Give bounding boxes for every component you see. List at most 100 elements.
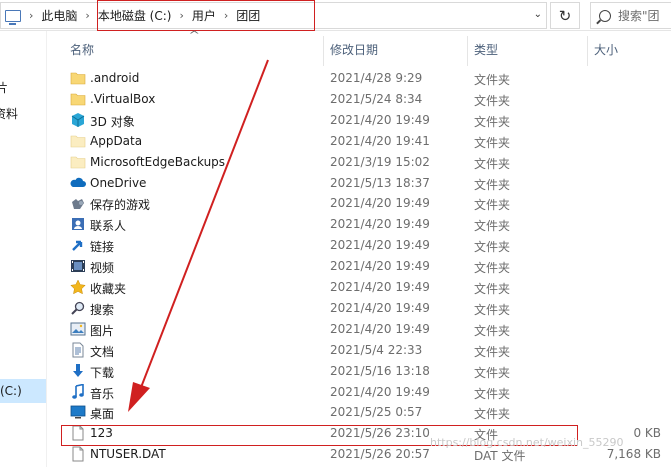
table-row[interactable]: 收藏夹 2021/4/20 19:49 文件夹 bbox=[48, 277, 671, 298]
file-name: AppData bbox=[90, 133, 143, 148]
file-name: .VirtualBox bbox=[90, 91, 156, 106]
links-icon bbox=[70, 237, 86, 253]
nav-item-drive[interactable]: ) bbox=[0, 409, 1, 423]
saved-games-icon bbox=[70, 195, 86, 211]
file-date: 2021/4/20 19:49 bbox=[330, 196, 430, 211]
column-divider[interactable] bbox=[467, 36, 468, 66]
nav-item-pictures[interactable]: 片 bbox=[0, 79, 8, 96]
breadcrumb-user-folder[interactable]: 团团 bbox=[236, 7, 260, 24]
file-type: 文件夹 bbox=[474, 344, 511, 359]
downloads-icon bbox=[70, 363, 86, 379]
address-bar[interactable]: › 此电脑 › 本地磁盘 (C:) › 用户 › 团团 ⌄ bbox=[0, 2, 547, 29]
file-name: 文档 bbox=[90, 344, 115, 359]
file-date: 2021/4/28 9:29 bbox=[330, 71, 423, 85]
table-row[interactable]: .VirtualBox 2021/5/24 8:34 文件夹 bbox=[48, 89, 671, 110]
file-date: 2021/3/19 15:02 bbox=[330, 154, 430, 169]
file-date: 2021/4/20 19:49 bbox=[330, 259, 430, 274]
chevron-right-icon[interactable]: › bbox=[224, 9, 228, 22]
file-name: 3D 对象 bbox=[90, 114, 135, 129]
favorites-icon bbox=[70, 279, 86, 295]
nav-item-documents[interactable]: 资料 bbox=[0, 105, 18, 122]
onedrive-icon bbox=[70, 175, 86, 191]
table-row[interactable]: 3D 对象 2021/4/20 19:49 文件夹 bbox=[48, 110, 671, 131]
file-date: 2021/5/16 13:18 bbox=[330, 363, 430, 378]
file-date: 2021/4/20 19:49 bbox=[330, 238, 430, 253]
table-row[interactable]: 链接 2021/4/20 19:49 文件夹 bbox=[48, 235, 671, 256]
file-type: 文件夹 bbox=[474, 365, 511, 380]
file-icon bbox=[70, 425, 86, 441]
column-date[interactable]: 修改日期 bbox=[330, 41, 378, 58]
refresh-button[interactable]: ↻ bbox=[550, 2, 580, 29]
file-type: 文件夹 bbox=[474, 261, 511, 276]
chevron-right-icon[interactable]: › bbox=[179, 9, 183, 22]
file-size: 0 KB bbox=[633, 426, 661, 441]
file-date: 2021/5/26 23:10 bbox=[330, 426, 430, 441]
file-name: 123 bbox=[90, 426, 113, 441]
table-row[interactable]: 文档 2021/5/4 22:33 文件夹 bbox=[48, 340, 671, 361]
table-row[interactable]: 音乐 2021/4/20 19:49 文件夹 bbox=[48, 382, 671, 403]
file-date: 2021/5/13 18:37 bbox=[330, 175, 430, 190]
search-placeholder: 搜索"团 bbox=[618, 9, 660, 23]
file-name: 音乐 bbox=[90, 386, 115, 401]
hidden-folder-icon bbox=[70, 133, 86, 149]
file-type: 文件夹 bbox=[474, 114, 511, 129]
column-name[interactable]: 名称 bbox=[70, 41, 94, 58]
navigation-pane: 片 资料 (C:) ) bbox=[0, 31, 47, 467]
file-date: 2021/4/20 19:49 bbox=[330, 217, 430, 232]
watermark-text: https://blog.csdn.net/weixin_55290 bbox=[430, 436, 624, 449]
file-name: 链接 bbox=[90, 240, 115, 255]
file-date: 2021/5/26 20:57 bbox=[330, 447, 430, 462]
search-input[interactable]: 搜索"团 bbox=[590, 2, 671, 29]
table-row[interactable]: MicrosoftEdgeBackups 2021/3/19 15:02 文件夹 bbox=[48, 152, 671, 173]
file-type: 文件夹 bbox=[474, 302, 511, 317]
column-divider[interactable] bbox=[587, 36, 588, 66]
file-date: 2021/4/20 19:41 bbox=[330, 133, 430, 148]
table-row[interactable]: AppData 2021/4/20 19:41 文件夹 bbox=[48, 131, 671, 152]
table-row[interactable]: 保存的游戏 2021/4/20 19:49 文件夹 bbox=[48, 193, 671, 214]
file-date: 2021/4/20 19:49 bbox=[330, 321, 430, 336]
table-row[interactable]: 桌面 2021/5/25 0:57 文件夹 bbox=[48, 402, 671, 423]
file-date: 2021/5/25 0:57 bbox=[330, 405, 423, 420]
table-row[interactable]: 视频 2021/4/20 19:49 文件夹 bbox=[48, 256, 671, 277]
file-type: 文件夹 bbox=[474, 198, 511, 213]
table-row[interactable]: 下载 2021/5/16 13:18 文件夹 bbox=[48, 361, 671, 382]
toolbar: › 此电脑 › 本地磁盘 (C:) › 用户 › 团团 ⌄ ↻ 搜索"团 bbox=[0, 0, 671, 31]
file-date: 2021/4/20 19:49 bbox=[330, 280, 430, 294]
sort-ascending-icon: ^ bbox=[188, 30, 201, 41]
table-row[interactable]: 搜索 2021/4/20 19:49 文件夹 bbox=[48, 298, 671, 319]
videos-icon bbox=[70, 258, 86, 274]
file-type: 文件夹 bbox=[474, 135, 511, 150]
column-size[interactable]: 大小 bbox=[594, 41, 618, 58]
file-name: 收藏夹 bbox=[90, 282, 127, 296]
file-type: 文件夹 bbox=[474, 323, 511, 338]
file-name: 桌面 bbox=[90, 407, 115, 422]
file-icon bbox=[70, 446, 86, 462]
table-row[interactable]: OneDrive 2021/5/13 18:37 文件夹 bbox=[48, 173, 671, 194]
file-type: 文件夹 bbox=[474, 219, 511, 234]
table-row[interactable]: 联系人 2021/4/20 19:49 文件夹 bbox=[48, 214, 671, 235]
folder-icon bbox=[70, 70, 86, 86]
chevron-right-icon[interactable]: › bbox=[85, 9, 89, 22]
breadcrumb-users[interactable]: 用户 bbox=[192, 7, 216, 24]
breadcrumb-this-pc[interactable]: 此电脑 bbox=[41, 7, 77, 24]
file-date: 2021/4/20 19:49 bbox=[330, 300, 430, 315]
file-name: .android bbox=[90, 71, 140, 85]
table-row[interactable]: .android 2021/4/28 9:29 文件夹 bbox=[48, 68, 671, 89]
file-type: 文件夹 bbox=[474, 177, 511, 192]
nav-item-c-drive[interactable]: (C:) bbox=[0, 379, 46, 403]
column-type[interactable]: 类型 bbox=[474, 41, 498, 58]
column-divider[interactable] bbox=[323, 36, 324, 66]
file-type: 文件夹 bbox=[474, 407, 511, 422]
file-name: 联系人 bbox=[90, 219, 127, 234]
breadcrumb-c-drive[interactable]: 本地磁盘 (C:) bbox=[98, 7, 172, 24]
file-type: 文件夹 bbox=[474, 73, 511, 87]
file-type: 文件夹 bbox=[474, 240, 511, 255]
chevron-right-icon[interactable]: › bbox=[29, 9, 33, 22]
file-name: MicrosoftEdgeBackups bbox=[90, 154, 226, 169]
chevron-down-icon[interactable]: ⌄ bbox=[534, 9, 542, 20]
file-name: 搜索 bbox=[90, 302, 115, 317]
file-date: 2021/4/20 19:49 bbox=[330, 384, 430, 399]
file-type: 文件夹 bbox=[474, 156, 511, 171]
hidden-folder-icon bbox=[70, 154, 86, 170]
table-row[interactable]: 图片 2021/4/20 19:49 文件夹 bbox=[48, 319, 671, 340]
